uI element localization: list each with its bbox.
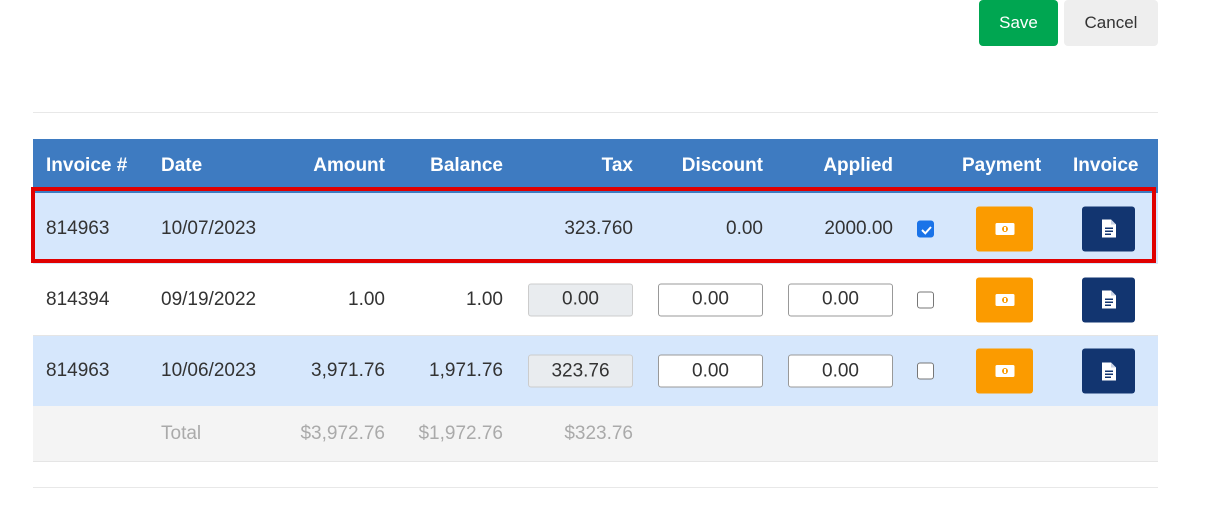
- table-row: 814394 09/19/2022 1.00 1.00 0.00 0.00 0.…: [33, 264, 1158, 336]
- divider-bottom: [33, 487, 1158, 488]
- header-payment: Payment: [962, 155, 1042, 176]
- payment-button[interactable]: [976, 206, 1033, 251]
- divider-top: [33, 112, 1158, 113]
- checkmark-icon: [921, 225, 932, 235]
- total-balance: $1,972.76: [418, 422, 503, 444]
- cancel-button[interactable]: Cancel: [1064, 0, 1158, 46]
- table-row: 814963 10/06/2023 3,971.76 1,971.76 323.…: [33, 336, 1158, 406]
- header-applied: Applied: [823, 155, 893, 176]
- invoice-balance: 1,971.76: [429, 360, 503, 381]
- invoice-number: 814963: [46, 217, 110, 239]
- select-checkbox[interactable]: [917, 362, 934, 380]
- file-document-icon: [1101, 219, 1116, 238]
- header-date: Date: [161, 155, 203, 176]
- select-checkbox[interactable]: [917, 291, 934, 308]
- invoice-date: 10/06/2023: [161, 360, 257, 381]
- applied-value: 2000.00: [824, 217, 893, 239]
- discount-input[interactable]: 0.00: [658, 354, 763, 388]
- table-row: 814963 10/07/2023 323.760 0.00 2000.00: [33, 193, 1158, 264]
- invoice-number: 814963: [46, 360, 110, 381]
- invoice-button[interactable]: [1082, 277, 1135, 322]
- applied-input[interactable]: 0.00: [788, 283, 893, 316]
- header-tax: Tax: [601, 155, 633, 176]
- discount-input[interactable]: 0.00: [658, 283, 763, 316]
- select-checkbox[interactable]: [917, 220, 934, 237]
- save-button[interactable]: Save: [979, 0, 1058, 46]
- payment-button[interactable]: [976, 277, 1033, 322]
- invoice-number: 814394: [46, 288, 110, 310]
- header-discount: Discount: [681, 155, 763, 176]
- invoice-amount: 3,971.76: [311, 360, 385, 381]
- invoice-button[interactable]: [1082, 348, 1135, 394]
- tax-field: 0.00: [528, 283, 633, 316]
- tax-field: 323.76: [528, 354, 633, 388]
- invoice-button[interactable]: [1082, 206, 1135, 251]
- file-document-icon: [1101, 290, 1116, 309]
- invoice-amount: 1.00: [348, 288, 385, 310]
- money-bill-icon: [995, 222, 1014, 235]
- file-document-icon: [1101, 362, 1116, 380]
- totals-row: Total $3,972.76 $1,972.76 $323.76: [33, 406, 1158, 462]
- money-bill-icon: [995, 293, 1014, 306]
- total-amount: $3,972.76: [300, 422, 385, 444]
- applied-input[interactable]: 0.00: [788, 354, 893, 388]
- discount-value: 0.00: [726, 217, 763, 239]
- invoice-date: 10/07/2023: [161, 217, 257, 239]
- invoice-date: 09/19/2022: [161, 288, 257, 310]
- table-header: Invoice # Date Amount Balance Tax Discou…: [33, 139, 1158, 193]
- total-label: Total: [161, 422, 202, 444]
- total-tax: $323.76: [564, 422, 633, 444]
- invoice-table: Invoice # Date Amount Balance Tax Discou…: [33, 139, 1158, 462]
- header-invoice: Invoice: [1073, 155, 1139, 176]
- header-invoice-number: Invoice #: [46, 155, 128, 176]
- header-balance: Balance: [430, 155, 503, 176]
- header-amount: Amount: [313, 155, 385, 176]
- money-bill-icon: [995, 365, 1014, 377]
- payment-button[interactable]: [976, 348, 1033, 394]
- tax-value: 323.760: [564, 217, 633, 239]
- invoice-balance: 1.00: [466, 288, 503, 310]
